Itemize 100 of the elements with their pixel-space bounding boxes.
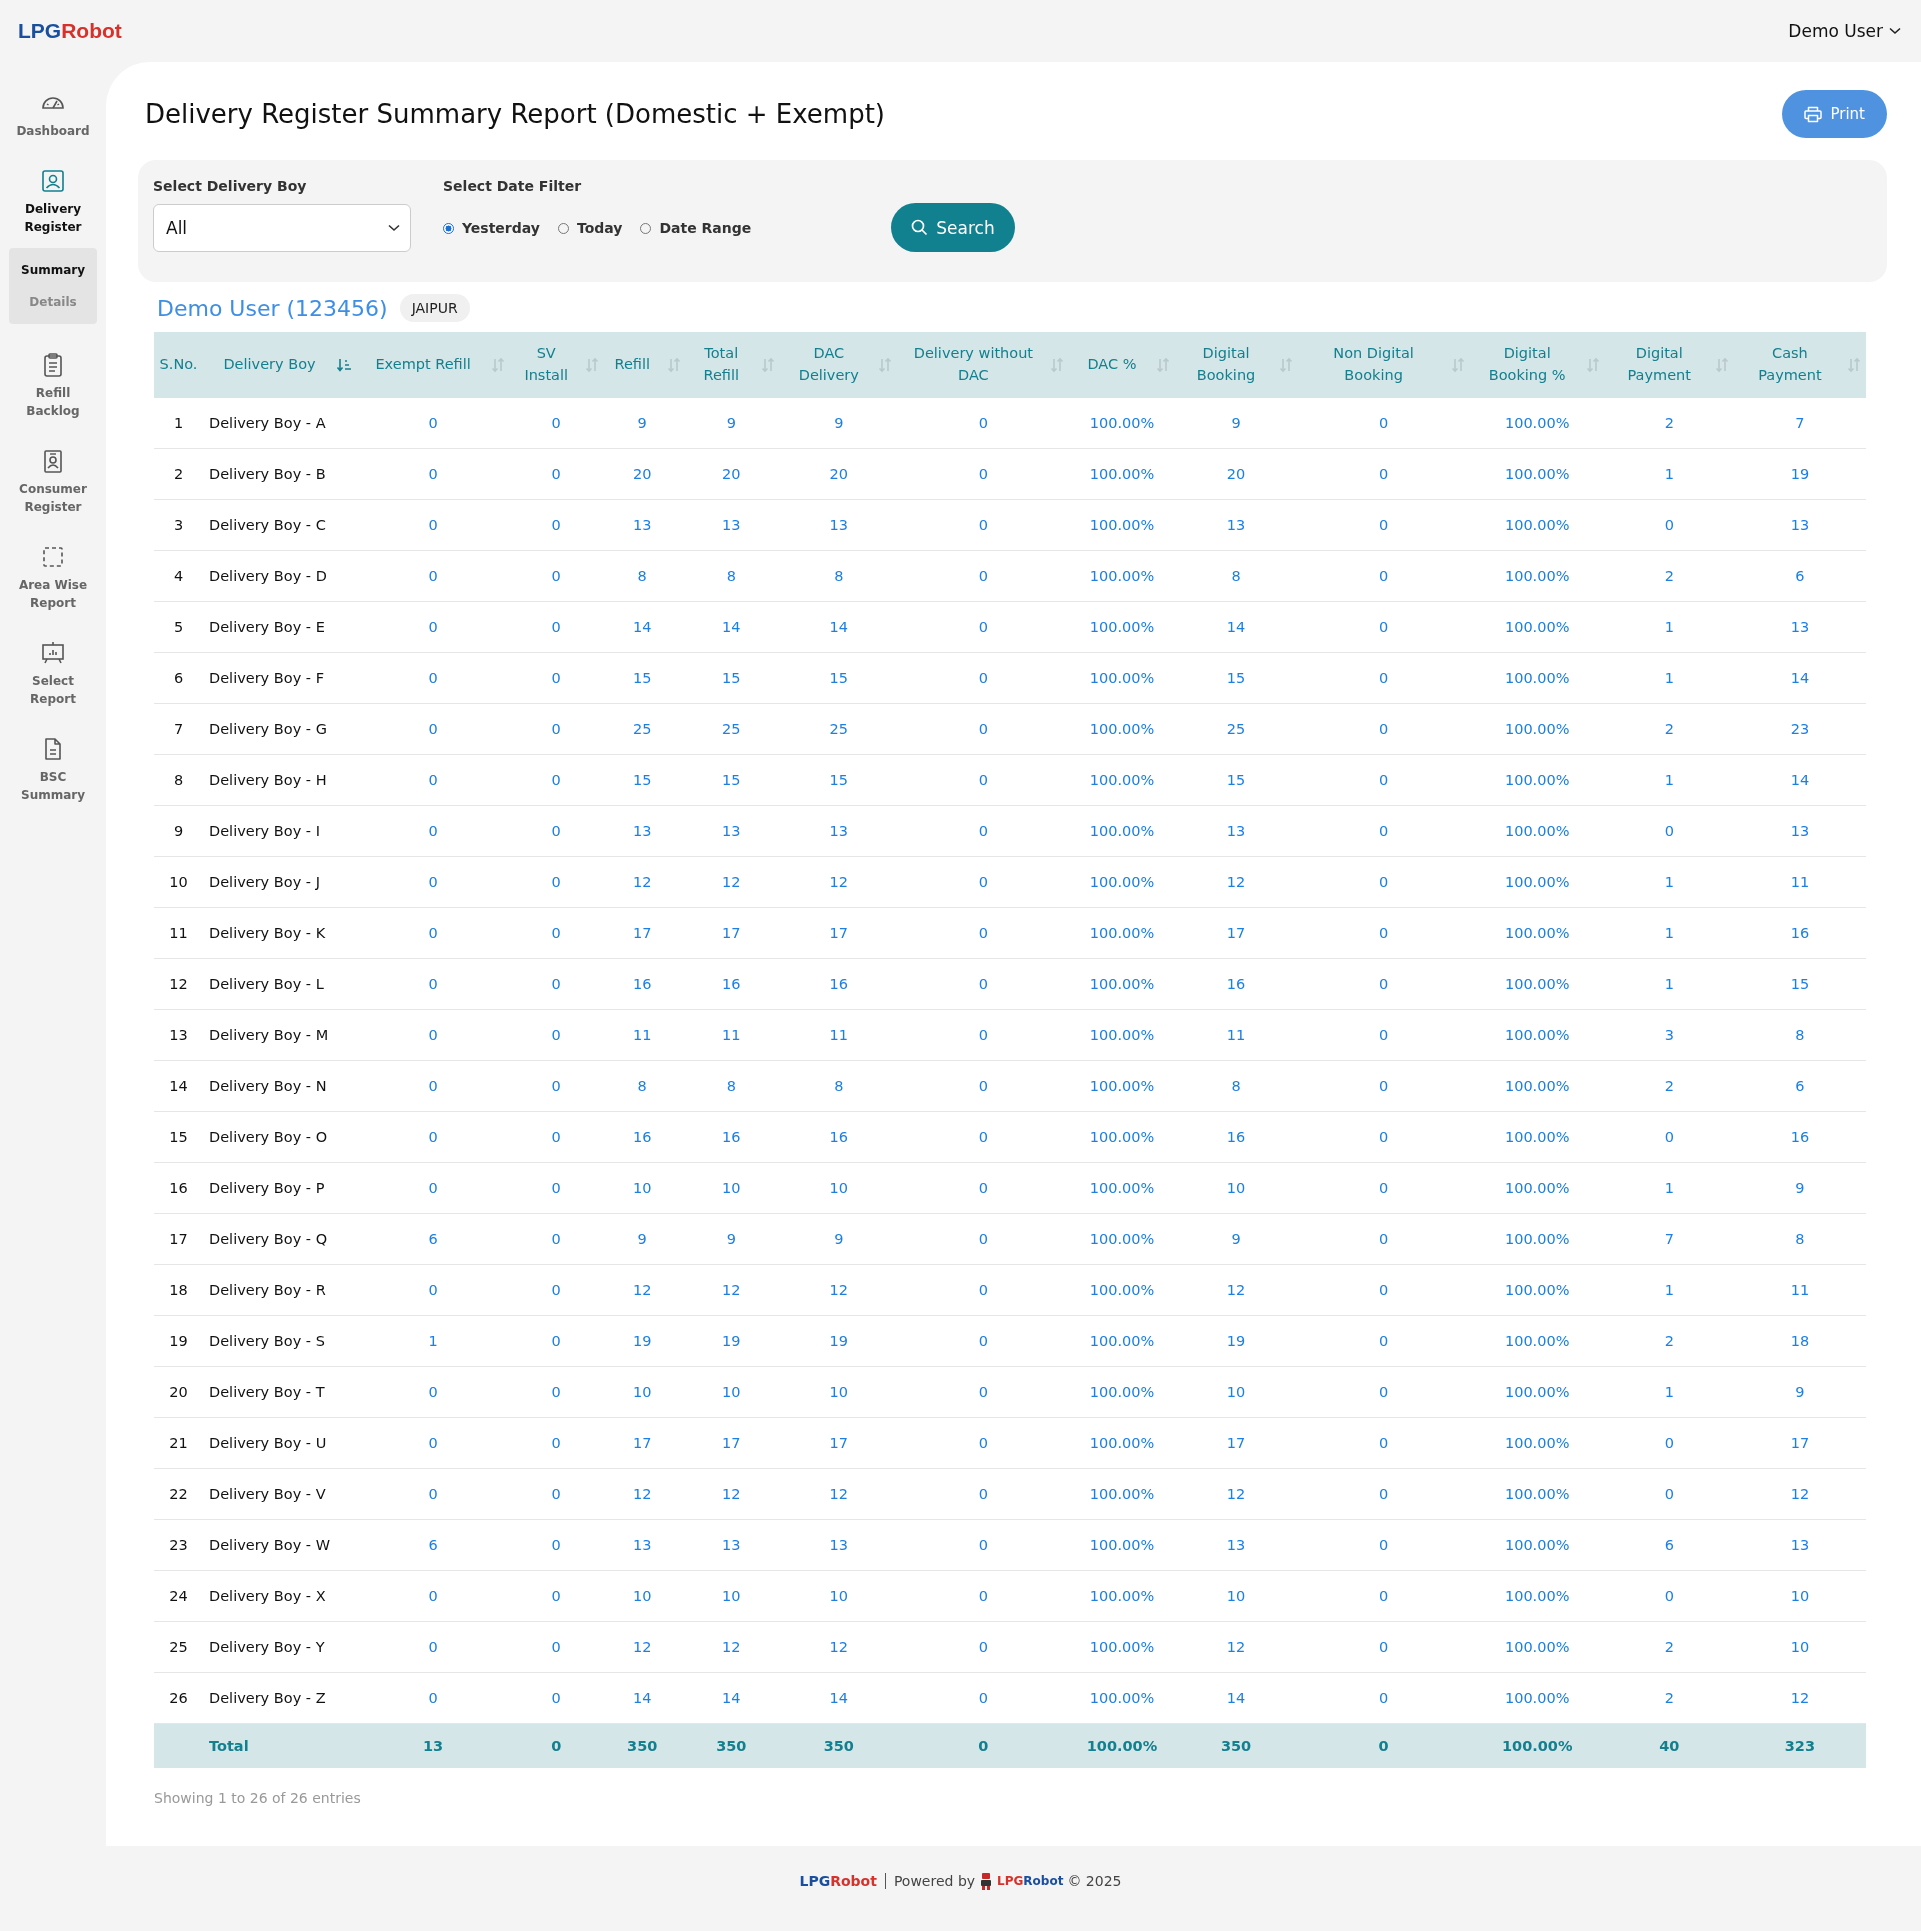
table-cell: 9 [682,398,781,449]
table-cell: 0 [897,856,1070,908]
table-cell: Delivery Boy - H [203,754,357,806]
table-cell: 12 [682,1264,781,1316]
table-cell: 0 [1297,601,1470,653]
table-cell: 100.00% [1469,856,1605,908]
table-cell: 0 [1297,1366,1470,1418]
table-cell: 13 [1733,499,1866,551]
table-cell: Delivery Boy - Q [203,1213,357,1265]
table-cell: 0 [510,1672,603,1724]
table-cell: 2 [1604,1060,1734,1112]
table-cell: 0 [356,1111,511,1163]
table-cell: 100.00% [1469,805,1605,857]
table-cell: 15 [682,754,781,806]
table-cell: 14 [154,1060,203,1112]
column-header[interactable]: Total Refill [682,332,781,398]
table-cell: 100.00% [1069,652,1175,704]
sidebar-item[interactable]: Refill Backlog [0,344,106,440]
table-cell: 11 [602,1009,683,1061]
table-cell: 16 [780,958,898,1010]
table-cell: 0 [1297,703,1470,755]
table-cell: 0 [510,1213,603,1265]
table-cell: 100.00% [1469,907,1605,959]
search-button[interactable]: Search [891,203,1015,252]
table-cell: 9 [1174,398,1298,449]
table-cell: 100.00% [1069,1009,1175,1061]
table-cell: 0 [1297,1570,1470,1622]
table-cell: 3 [154,499,203,551]
sidebar-item[interactable]: Select Report [0,632,106,728]
table-cell: Delivery Boy - D [203,550,357,602]
table-cell: 8 [780,1060,898,1112]
table-cell: 3 [1604,1009,1734,1061]
user-menu[interactable]: Demo User [1782,20,1907,42]
table-cell: 6 [356,1213,511,1265]
table-cell: 10 [1174,1162,1298,1214]
table-cell: 17 [1174,1417,1298,1469]
delivery-boy-dropdown[interactable]: All [153,204,411,252]
column-header[interactable]: Digital Booking % [1469,332,1605,398]
table-cell: 8 [780,550,898,602]
table-cell: 0 [897,499,1070,551]
table-cell: 13 [602,499,683,551]
table-cell: 10 [1174,1366,1298,1418]
table-cell: 0 [897,1111,1070,1163]
dashed-square-icon [40,544,66,570]
sort-icon[interactable] [336,357,353,373]
table-cell: 16 [1733,907,1866,959]
column-header[interactable]: Non Digital Booking [1297,332,1470,398]
sidebar-item[interactable]: BSC Summary [0,728,106,824]
table-cell: 24 [154,1570,203,1622]
radio-option[interactable]: Today [557,220,623,236]
table-cell: 15 [1174,652,1298,704]
sidebar-item[interactable]: Dashboard [0,82,106,160]
column-header[interactable]: Refill [602,332,683,398]
table-cell: Delivery Boy - X [203,1570,357,1622]
table-cell: 0 [510,499,603,551]
total-cell: 350 [682,1723,781,1768]
table-cell: 100.00% [1469,1060,1605,1112]
sidebar-item[interactable]: Delivery Register [0,160,106,256]
table-cell: 17 [602,907,683,959]
table-cell: 0 [897,703,1070,755]
table-cell: 25 [154,1621,203,1673]
radio-option[interactable]: Date Range [640,220,752,236]
table-cell: 7 [154,703,203,755]
field-label: Select Date Filter [443,178,583,194]
table-cell: 0 [356,499,511,551]
column-header[interactable]: DAC % [1069,332,1175,398]
table-cell: 12 [1174,856,1298,908]
table-cell: Delivery Boy - L [203,958,357,1010]
table-cell: 2 [1604,1621,1734,1673]
table-cell: 9 [1733,1366,1866,1418]
print-button[interactable]: Print [1782,90,1887,138]
table-cell: 13 [1733,1519,1866,1571]
total-cell: 323 [1733,1723,1866,1768]
column-header[interactable]: Digital Payment [1604,332,1734,398]
column-header[interactable]: Cash Payment [1733,332,1866,398]
submenu-item[interactable]: Details [9,286,97,318]
column-header[interactable]: SV Install [510,332,603,398]
table-cell: 100.00% [1069,398,1175,449]
column-header[interactable]: DAC Delivery [780,332,898,398]
column-header[interactable]: Digital Booking [1174,332,1298,398]
sidebar-item[interactable]: Area Wise Report [0,536,106,632]
table-cell: Delivery Boy - G [203,703,357,755]
table-cell: 11 [154,907,203,959]
column-header[interactable]: Delivery without DAC [897,332,1070,398]
table-cell: 1 [1604,601,1734,653]
table-cell: 100.00% [1069,958,1175,1010]
sidebar-item[interactable]: Consumer Register [0,440,106,536]
column-header[interactable]: S.No. [154,332,203,398]
column-header[interactable]: Delivery Boy [203,332,357,398]
column-header[interactable]: Exempt Refill [356,332,511,398]
table-cell: 6 [154,652,203,704]
table-cell: 13 [1174,1519,1298,1571]
table-cell: 0 [356,703,511,755]
table-cell: 17 [154,1213,203,1265]
table-cell: 0 [1297,907,1470,959]
table-cell: 0 [510,1519,603,1571]
radio-icon[interactable] [443,222,454,234]
radio-option[interactable]: Yesterday [443,220,540,236]
submenu-item[interactable]: Summary [9,254,97,286]
table-cell: 6 [1733,1060,1866,1112]
